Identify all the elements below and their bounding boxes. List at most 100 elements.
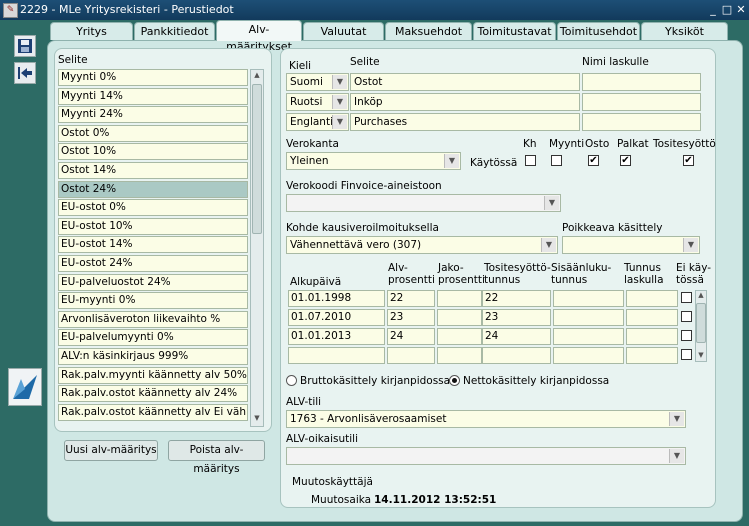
language-select[interactable]: Englanti ▼ — [286, 113, 349, 131]
scroll-down-icon[interactable]: ▼ — [696, 351, 706, 361]
ei-kaytossa-checkbox[interactable] — [681, 311, 692, 322]
ei-kaytossa-checkbox[interactable] — [681, 330, 692, 341]
list-item[interactable]: EU-palveluostot 24% — [58, 273, 248, 291]
chevron-down-icon[interactable]: ▼ — [332, 75, 347, 89]
chevron-down-icon[interactable]: ▼ — [332, 95, 347, 109]
scroll-up-icon[interactable]: ▲ — [252, 71, 262, 81]
verokanta-select[interactable]: Yleinen ▼ — [286, 152, 461, 170]
netto-radio[interactable] — [449, 375, 460, 386]
list-item[interactable]: Ostot 0% — [58, 124, 248, 142]
rate-cell-jako[interactable] — [437, 290, 482, 307]
rate-cell-tunnus[interactable] — [626, 290, 678, 307]
rate-cell-tunnus[interactable] — [626, 347, 678, 364]
tab-maksuehdot[interactable]: Maksuehdot — [385, 22, 472, 40]
chevron-down-icon[interactable]: ▼ — [669, 412, 684, 426]
rate-cell-jako[interactable] — [437, 328, 482, 345]
kaytossa-checkbox[interactable] — [525, 155, 536, 166]
new-alv-button[interactable]: Uusi alv-määritys — [64, 440, 158, 461]
list-item[interactable]: Myynti 14% — [58, 87, 248, 105]
tab-toimitustavat[interactable]: Toimitustavat — [473, 22, 556, 40]
list-item[interactable]: Ostot 14% — [58, 162, 248, 179]
list-item[interactable]: EU-ostot 24% — [58, 255, 248, 272]
chevron-down-icon[interactable]: ▼ — [332, 115, 347, 129]
list-item[interactable]: Arvonlisäveroton liikevaihto % — [58, 310, 248, 328]
tab-valuutat[interactable]: Valuutat — [303, 22, 384, 40]
selite-input[interactable]: Ostot — [350, 73, 580, 91]
rate-cell-tosite[interactable]: 22 — [482, 290, 551, 307]
maximize-icon[interactable]: □ — [721, 4, 733, 16]
rate-cell-alv[interactable]: 24 — [387, 328, 435, 345]
rate-cell-date[interactable]: 01.01.1998 — [288, 290, 385, 307]
rate-cell-date[interactable]: 01.07.2010 — [288, 309, 385, 326]
kohde-select[interactable]: Vähennettävä vero (307) ▼ — [286, 236, 558, 254]
scroll-down-icon[interactable]: ▼ — [252, 414, 262, 424]
scroll-thumb[interactable] — [252, 84, 262, 234]
chevron-down-icon[interactable]: ▼ — [544, 196, 559, 210]
rate-cell-sisaan[interactable] — [553, 309, 624, 326]
minimize-icon[interactable]: _ — [707, 4, 719, 16]
rate-cell-jako[interactable] — [437, 309, 482, 326]
list-item[interactable]: ALV:n käsinkirjaus 999% — [58, 348, 248, 365]
invoice-name-input[interactable] — [582, 93, 701, 111]
tab-pankkitiedot[interactable]: Pankkitiedot — [134, 22, 215, 40]
scroll-up-icon[interactable]: ▲ — [696, 291, 706, 301]
rate-cell-sisaan[interactable] — [553, 290, 624, 307]
rate-cell-alv[interactable]: 22 — [387, 290, 435, 307]
ei-kaytossa-checkbox[interactable] — [681, 349, 692, 360]
chevron-down-icon[interactable]: ▼ — [683, 238, 698, 252]
list-item[interactable]: Ostot 10% — [58, 143, 248, 161]
rate-cell-date[interactable]: 01.01.2013 — [288, 328, 385, 345]
chevron-down-icon[interactable]: ▼ — [669, 449, 684, 463]
rate-cell-tosite[interactable]: 24 — [482, 328, 551, 345]
selite-input[interactable]: Purchases — [350, 113, 580, 131]
list-item[interactable]: EU-ostot 10% — [58, 217, 248, 235]
poikkeava-select[interactable]: ▼ — [562, 236, 700, 254]
save-icon[interactable] — [14, 35, 36, 57]
tab-alv-maaritykset[interactable]: Alv-määritykset — [216, 20, 302, 53]
alvoik-select[interactable]: ▼ — [286, 447, 686, 465]
invoice-name-input[interactable] — [582, 113, 701, 131]
list-item[interactable]: EU-ostot 0% — [58, 199, 248, 217]
invoice-name-input[interactable] — [582, 73, 701, 91]
list-item[interactable]: Myynti 0% — [58, 69, 248, 86]
rate-cell-tosite[interactable]: 23 — [482, 309, 551, 326]
delete-alv-button[interactable]: Poista alv-määritys — [168, 440, 265, 475]
list-item[interactable]: Rak.palv.ostot käännetty alv Ei väh. 24% — [58, 403, 248, 421]
chevron-down-icon[interactable]: ▼ — [541, 238, 556, 252]
list-item[interactable]: EU-ostot 14% — [58, 236, 248, 254]
rate-cell-alv[interactable] — [387, 347, 435, 364]
rate-cell-sisaan[interactable] — [553, 347, 624, 364]
kaytossa-checkbox[interactable]: ✔ — [683, 155, 694, 166]
kaytossa-checkbox[interactable]: ✔ — [588, 155, 599, 166]
rate-cell-tunnus[interactable] — [626, 309, 678, 326]
list-item[interactable]: EU-myynti 0% — [58, 292, 248, 310]
chevron-down-icon[interactable]: ▼ — [444, 154, 459, 168]
tab-toimitusehdot[interactable]: Toimitusehdot — [557, 22, 640, 40]
list-item[interactable]: EU-palvelumyynti 0% — [58, 329, 248, 347]
language-select[interactable]: Suomi ▼ — [286, 73, 349, 91]
language-select[interactable]: Ruotsi ▼ — [286, 93, 349, 111]
rate-cell-date[interactable] — [288, 347, 385, 364]
close-icon[interactable]: ✕ — [735, 4, 747, 16]
rate-cell-sisaan[interactable] — [553, 328, 624, 345]
list-item[interactable]: Rak.palv.myynti käännetty alv 50% — [58, 366, 248, 384]
selite-input[interactable]: Inköp — [350, 93, 580, 111]
tab-yksikot[interactable]: Yksiköt — [641, 22, 728, 40]
exit-icon[interactable] — [14, 62, 36, 84]
rate-cell-alv[interactable]: 23 — [387, 309, 435, 326]
verokoodi-select[interactable]: ▼ — [286, 194, 561, 212]
scroll-thumb[interactable] — [696, 303, 706, 343]
app-icon[interactable]: ✎ — [3, 3, 18, 18]
rate-cell-tunnus[interactable] — [626, 328, 678, 345]
rate-cell-jako[interactable] — [437, 347, 482, 364]
rates-scrollbar[interactable]: ▲ ▼ — [695, 290, 707, 362]
ei-kaytossa-checkbox[interactable] — [681, 292, 692, 303]
list-item[interactable]: Rak.palv.ostot käännetty alv 24% — [58, 385, 248, 403]
rate-cell-tosite[interactable] — [482, 347, 551, 364]
kaytossa-checkbox[interactable]: ✔ — [620, 155, 631, 166]
list-item[interactable]: Ostot 24% — [58, 180, 248, 198]
brutto-radio[interactable] — [286, 375, 297, 386]
tab-yritys[interactable]: Yritys — [50, 22, 133, 40]
list-scrollbar[interactable]: ▲ ▼ — [250, 69, 264, 427]
kaytossa-checkbox[interactable] — [551, 155, 562, 166]
